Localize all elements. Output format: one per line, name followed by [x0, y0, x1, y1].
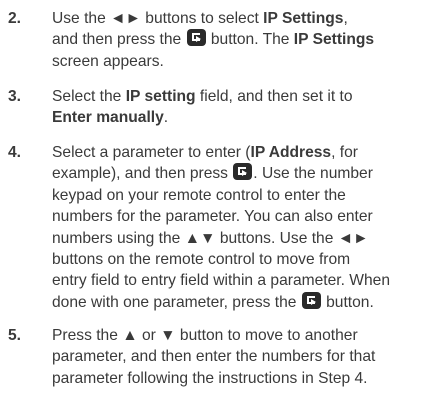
instruction-document: 2. Use the ◄► buttons to select IP Setti… — [0, 0, 447, 412]
text-run: button. — [321, 293, 374, 311]
text-run: parameter following the instructions in … — [52, 369, 368, 387]
step-text: Press the ▲ or ▼ button to move to anoth… — [52, 325, 439, 389]
step-number: 3. — [8, 88, 22, 105]
bold-term: Enter manually — [52, 109, 164, 127]
step-line: Select a parameter to enter (IP Address,… — [52, 142, 439, 163]
step-line: screen appears. — [52, 51, 439, 72]
step-text: Use the ◄► buttons to select IP Settings… — [52, 8, 439, 72]
bold-term: IP Settings — [263, 10, 344, 27]
step-line: Select the IP setting field, and then se… — [52, 86, 439, 107]
text-run: buttons on the remote control to move fr… — [52, 251, 351, 269]
step-line: entry field to entry field within a para… — [52, 270, 439, 291]
step-line: Press the ▲ or ▼ button to move to anoth… — [52, 325, 439, 346]
step-line: buttons on the remote control to move fr… — [52, 249, 439, 270]
text-run: entry field to entry field within a para… — [52, 272, 391, 290]
bold-term: IP setting — [125, 88, 196, 105]
step-line: parameter following the instructions in … — [52, 368, 439, 389]
text-run: Select a parameter to enter ( — [52, 144, 251, 161]
text-run: Use the ◄► buttons to select — [52, 10, 264, 27]
text-run: Select the — [52, 88, 126, 105]
bold-term: IP Address — [250, 144, 332, 161]
step-text: Select a parameter to enter (IP Address,… — [52, 142, 439, 313]
text-run: parameter, and then enter the numbers fo… — [52, 348, 376, 366]
step-number: 4. — [8, 144, 22, 161]
text-run: done with one parameter, press the — [52, 293, 301, 311]
step-line: numbers using the ▲▼ buttons. Use the ◄► — [52, 228, 439, 249]
text-run: and then press the — [52, 31, 186, 49]
text-run: , — [343, 10, 348, 27]
text-run: . — [163, 109, 169, 127]
text-run: Press the ▲ or ▼ button to move to anoth… — [52, 327, 358, 344]
step-line: parameter, and then enter the numbers fo… — [52, 346, 439, 367]
text-run: numbers using the ▲▼ buttons. Use the ◄► — [52, 229, 369, 247]
text-run: screen appears. — [52, 52, 164, 70]
step-line: numbers for the parameter. You can also … — [52, 206, 439, 227]
enter-button-icon — [301, 291, 321, 309]
bold-term: IP Settings — [293, 31, 375, 49]
step-text: Select the IP setting field, and then se… — [52, 86, 439, 129]
text-run: . Use the number — [253, 165, 373, 183]
step-line: keypad on your remote control to enter t… — [52, 185, 439, 206]
text-run: field, and then set it to — [195, 88, 353, 105]
text-run: button. The — [206, 31, 294, 49]
step-line: and then press the button. The IP Settin… — [52, 29, 439, 50]
step-line: Enter manually. — [52, 107, 439, 128]
step-line: done with one parameter, press the butto… — [52, 291, 439, 313]
step-line: Use the ◄► buttons to select IP Settings… — [52, 8, 439, 29]
text-run: numbers for the parameter. You can also … — [52, 208, 373, 226]
enter-button-icon — [233, 163, 253, 181]
step-line: example), and then press . Use the numbe… — [52, 163, 439, 184]
step-number: 2. — [8, 10, 22, 27]
text-run: example), and then press — [52, 165, 233, 183]
text-run: keypad on your remote control to enter t… — [52, 186, 346, 204]
step-number: 5. — [8, 327, 22, 344]
enter-button-icon — [186, 29, 206, 47]
text-run: , for — [331, 144, 358, 161]
